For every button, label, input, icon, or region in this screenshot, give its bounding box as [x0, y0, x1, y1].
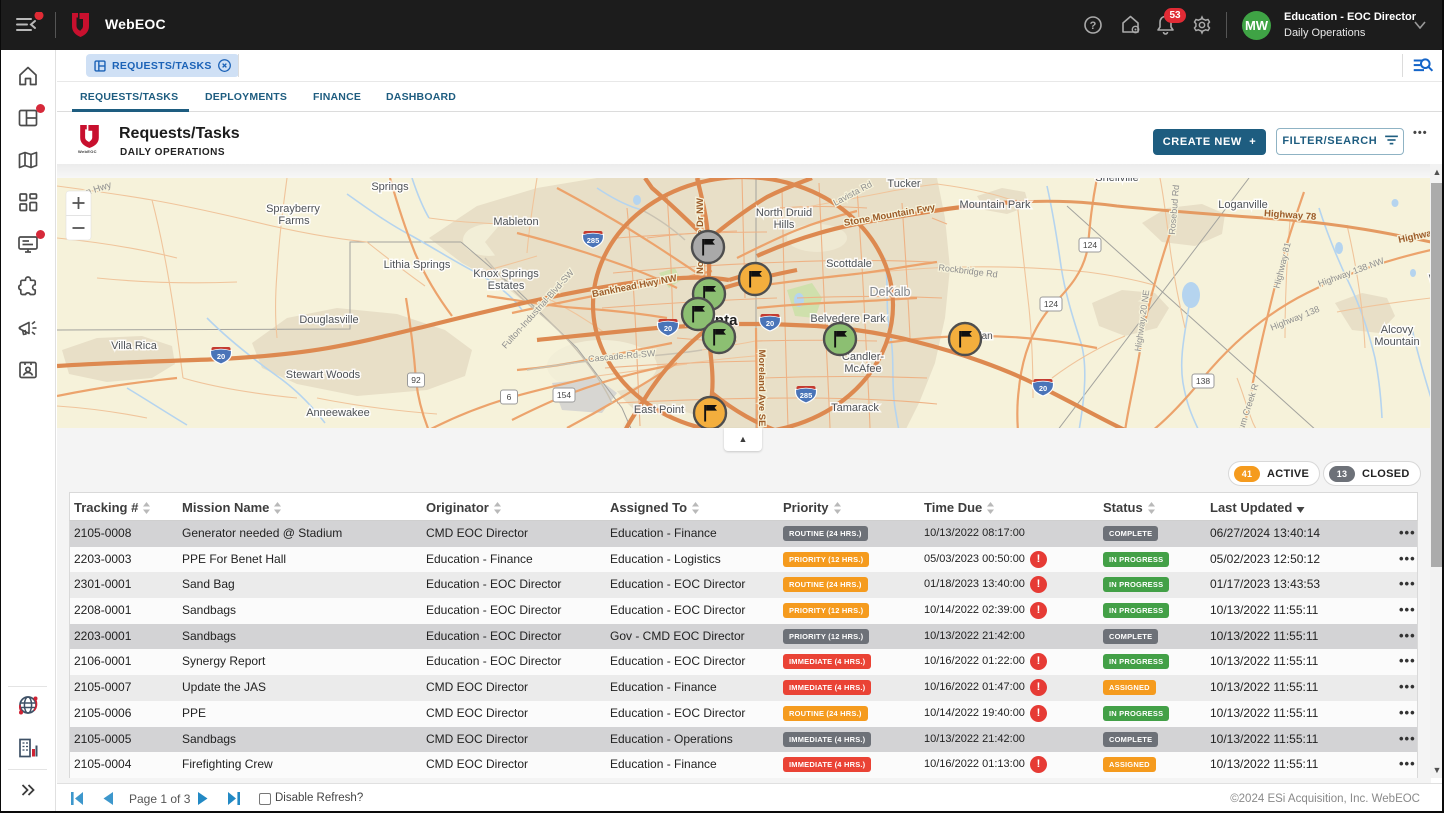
- svg-text:Hills: Hills: [774, 219, 795, 231]
- svg-text:6: 6: [507, 392, 512, 402]
- svg-text:Tucker: Tucker: [887, 178, 921, 190]
- svg-text:Knox Springs: Knox Springs: [473, 268, 539, 280]
- svg-text:138: 138: [1196, 376, 1210, 386]
- svg-text:Belvedere Park: Belvedere Park: [810, 313, 886, 325]
- svg-text:Loganville: Loganville: [1218, 199, 1268, 211]
- svg-text:North Druid: North Druid: [756, 207, 812, 219]
- svg-text:Mountain Park: Mountain Park: [960, 199, 1031, 211]
- svg-text:Stewart Woods: Stewart Woods: [286, 369, 361, 381]
- svg-text:Mableton: Mableton: [493, 216, 538, 228]
- svg-text:Villa Rica: Villa Rica: [111, 340, 158, 352]
- svg-text:124: 124: [1083, 240, 1097, 250]
- svg-text:Mountain: Mountain: [1374, 336, 1419, 348]
- svg-text:Moreland Ave SE: Moreland Ave SE: [756, 350, 767, 427]
- svg-text:Lithia Springs: Lithia Springs: [384, 259, 451, 271]
- svg-text:Farms: Farms: [278, 215, 310, 227]
- svg-text:92: 92: [411, 375, 421, 385]
- svg-text:Scottdale: Scottdale: [826, 258, 872, 270]
- svg-text:Sprayberry: Sprayberry: [266, 203, 320, 215]
- svg-text:Anneewakee: Anneewakee: [306, 407, 370, 419]
- svg-text:285: 285: [800, 391, 813, 400]
- svg-text:154: 154: [557, 390, 571, 400]
- svg-text:Springs: Springs: [371, 181, 409, 193]
- svg-text:McAfee: McAfee: [844, 363, 881, 375]
- svg-text:Snellville: Snellville: [1095, 178, 1138, 184]
- svg-text:285: 285: [587, 236, 600, 245]
- svg-text:DeKalb: DeKalb: [870, 285, 911, 299]
- svg-text:Douglasville: Douglasville: [299, 314, 358, 326]
- svg-text:East Point: East Point: [634, 404, 684, 416]
- svg-text:Alcovy: Alcovy: [1381, 324, 1414, 336]
- svg-text:Estates: Estates: [488, 280, 525, 292]
- svg-text:?: ?: [1090, 20, 1097, 32]
- svg-text:20: 20: [217, 352, 225, 361]
- svg-text:20: 20: [1039, 384, 1047, 393]
- svg-text:124: 124: [1044, 299, 1058, 309]
- svg-text:20: 20: [766, 319, 774, 328]
- svg-text:Tamarack: Tamarack: [831, 402, 879, 414]
- svg-text:20: 20: [664, 324, 672, 333]
